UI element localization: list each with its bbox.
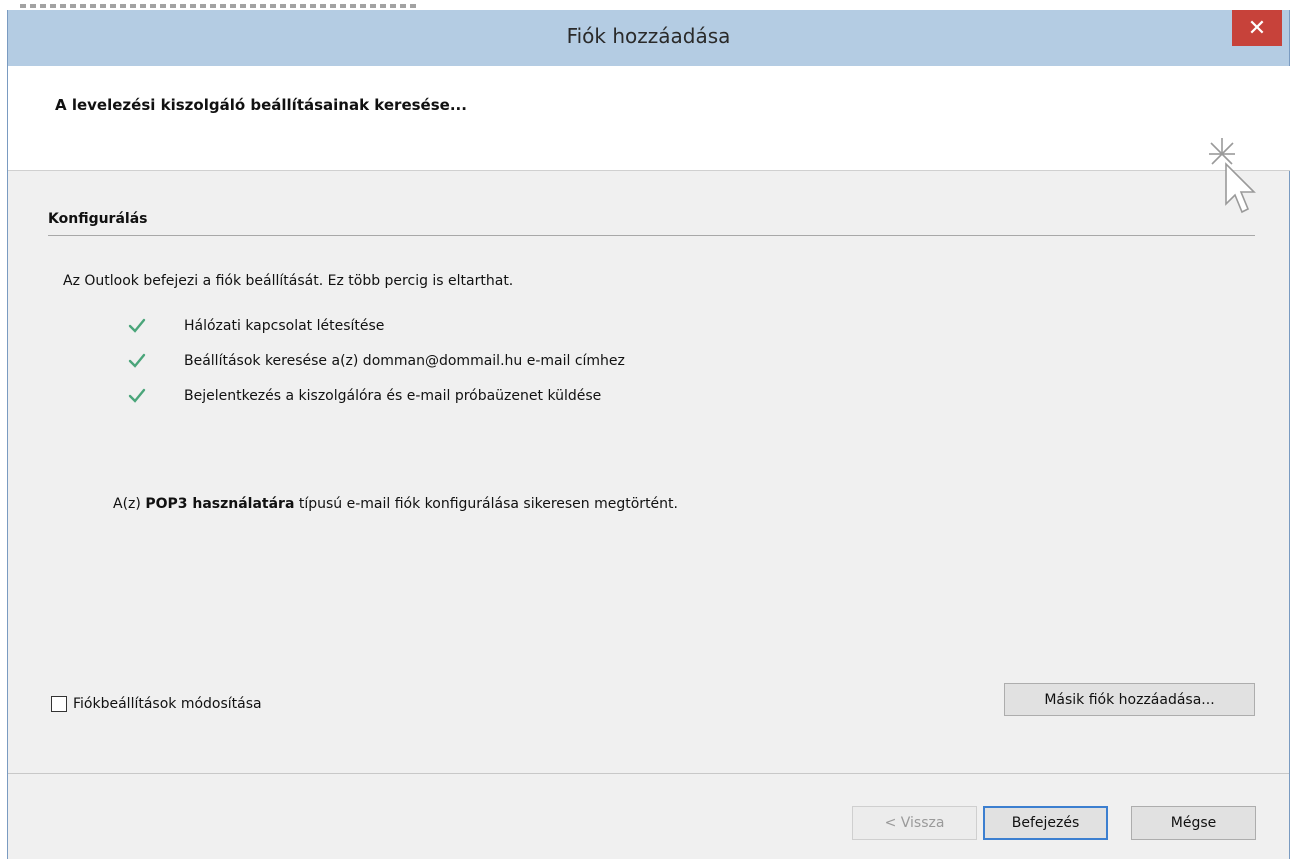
add-another-account-button[interactable]: Másik fiók hozzáadása... bbox=[1004, 683, 1255, 716]
background-app-text bbox=[20, 4, 420, 8]
check-icon bbox=[128, 388, 146, 403]
window-title: Fiók hozzáadása bbox=[566, 24, 731, 48]
step-label: Beállítások keresése a(z) domman@dommail… bbox=[184, 352, 625, 369]
cursor-click-icon bbox=[1209, 138, 1256, 214]
check-icon bbox=[128, 353, 146, 368]
section-title: Konfigurálás bbox=[48, 211, 148, 227]
step-item: Beállítások keresése a(z) domman@dommail… bbox=[128, 343, 625, 378]
back-button[interactable]: < Vissza bbox=[852, 806, 977, 840]
modify-settings-checkbox[interactable] bbox=[51, 696, 67, 712]
result-message: A(z) POP3 használatára típusú e-mail fió… bbox=[113, 496, 678, 512]
modify-settings-label[interactable]: Fiókbeállítások módosítása bbox=[73, 696, 262, 712]
close-button[interactable]: ✕ bbox=[1232, 10, 1282, 46]
cancel-button[interactable]: Mégse bbox=[1131, 806, 1256, 840]
header-pane bbox=[60, 66, 1290, 214]
result-account-type: POP3 használatára bbox=[145, 496, 295, 512]
add-account-dialog: Fiók hozzáadása ✕ A levelezési kiszolgál… bbox=[7, 10, 1290, 859]
result-suffix: típusú e-mail fiók konfigurálása sikeres… bbox=[294, 496, 678, 512]
title-bar[interactable]: Fiók hozzáadása ✕ bbox=[8, 10, 1289, 66]
progress-steps: Hálózati kapcsolat létesítése Beállításo… bbox=[128, 308, 625, 413]
check-icon bbox=[128, 318, 146, 333]
step-label: Hálózati kapcsolat létesítése bbox=[184, 317, 385, 334]
result-prefix: A(z) bbox=[113, 496, 146, 512]
step-label: Bejelentkezés a kiszolgálóra és e-mail p… bbox=[184, 387, 602, 404]
section-divider bbox=[48, 235, 1255, 236]
modify-settings-option[interactable]: Fiókbeállítások módosítása bbox=[51, 696, 262, 712]
finish-button[interactable]: Befejezés bbox=[983, 806, 1108, 840]
step-item: Bejelentkezés a kiszolgálóra és e-mail p… bbox=[128, 378, 625, 413]
step-item: Hálózati kapcsolat létesítése bbox=[128, 308, 625, 343]
header-pane-left bbox=[8, 66, 60, 171]
intro-text: Az Outlook befejezi a fiók beállítását. … bbox=[63, 273, 514, 289]
close-icon: ✕ bbox=[1247, 15, 1267, 41]
header-title: A levelezési kiszolgáló beállításainak k… bbox=[55, 96, 467, 114]
